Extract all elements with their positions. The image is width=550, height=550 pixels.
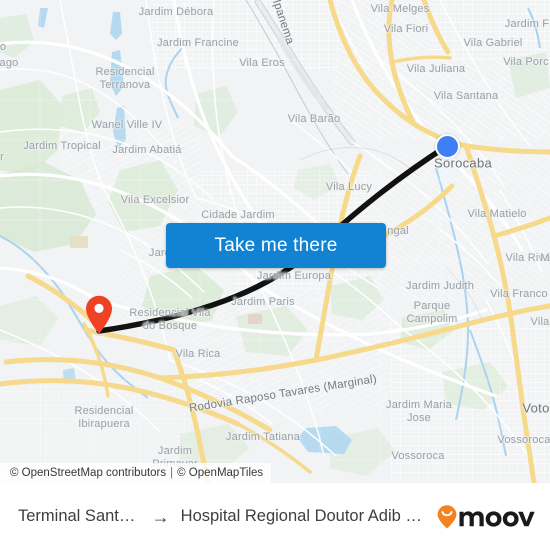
map-pin-icon (86, 295, 112, 334)
moovit-logo[interactable] (436, 504, 536, 530)
attribution-separator: | (170, 467, 174, 479)
take-me-there-button[interactable]: Take me there (166, 223, 386, 268)
moovit-text-icon (459, 510, 535, 527)
destination-marker[interactable] (434, 133, 460, 159)
trip-footer-bar: Terminal Santo… → Hospital Regional Dout… (0, 483, 550, 550)
moovit-pin-icon (437, 504, 457, 528)
moovit-trip-map-screen: .land { fill:#f1f3f4; } .green { fill:#d… (0, 0, 550, 550)
map-attribution: © OpenStreetMap contributors | © OpenMap… (0, 463, 272, 483)
moovit-wordmark-icon (437, 504, 535, 528)
arrow-right-icon: → (151, 507, 170, 526)
trip-summary[interactable]: Terminal Santo… → Hospital Regional Dout… (18, 507, 426, 526)
trip-destination-label: Hospital Regional Doutor Adib D… (180, 507, 426, 525)
map-canvas[interactable]: .land { fill:#f1f3f4; } .green { fill:#d… (0, 0, 550, 483)
attribution-osm[interactable]: © OpenStreetMap contributors (10, 467, 166, 479)
attribution-tiles[interactable]: © OpenMapTiles (177, 467, 263, 479)
trip-origin-label: Terminal Santo… (18, 507, 141, 525)
